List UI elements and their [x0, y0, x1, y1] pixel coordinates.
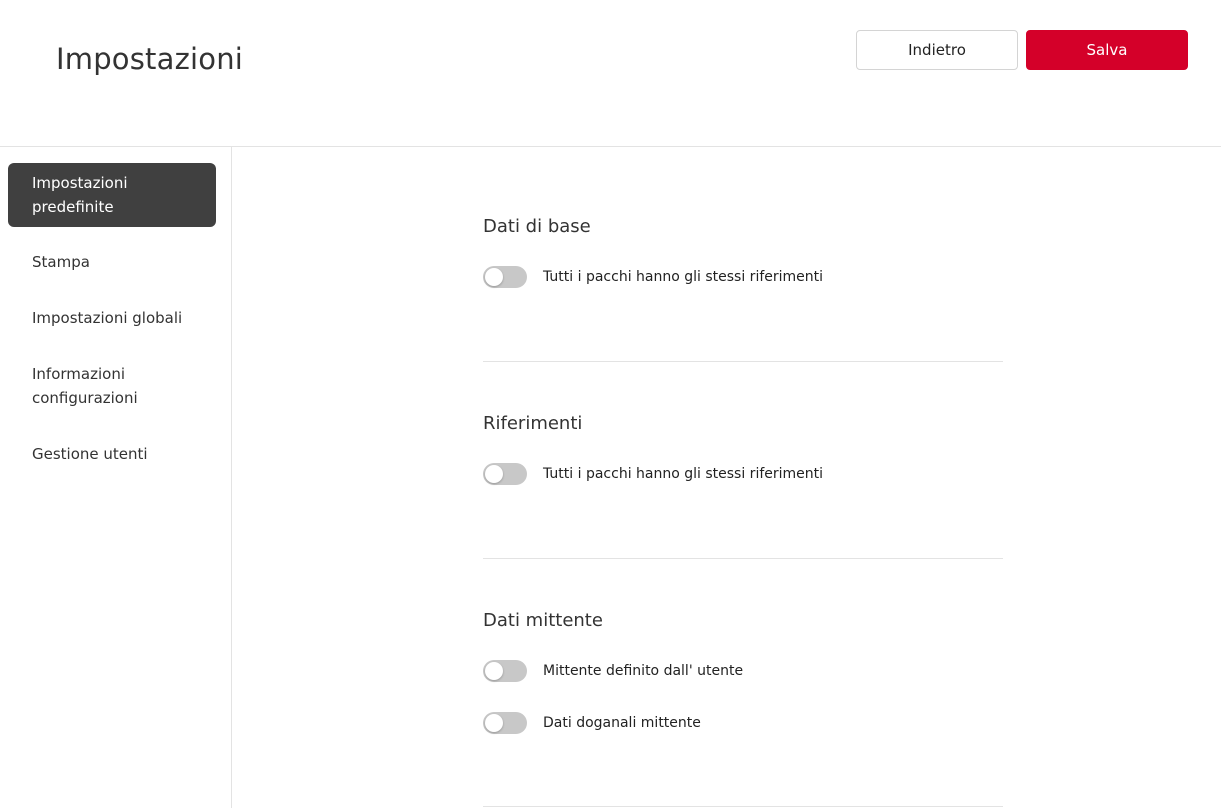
toggle-knob — [485, 465, 503, 483]
back-button[interactable]: Indietro — [856, 30, 1018, 70]
toggle-label: Mittente definito dall' utente — [543, 663, 744, 679]
save-button[interactable]: Salva — [1026, 30, 1188, 70]
section-title-references: Riferimenti — [483, 413, 583, 434]
same-references-toggle[interactable] — [483, 266, 527, 288]
references-toggle[interactable] — [483, 463, 527, 485]
section-divider — [483, 558, 1003, 559]
toggle-row: Mittente definito dall' utente — [483, 660, 743, 682]
sidebar-item-user-management[interactable]: Gestione utenti — [8, 442, 216, 466]
section-title-sender-data: Dati mittente — [483, 610, 603, 631]
toggle-knob — [485, 268, 503, 286]
toggle-row: Dati doganali mittente — [483, 712, 701, 734]
toggle-knob — [485, 662, 503, 680]
page-title: Impostazioni — [56, 42, 244, 76]
section-divider — [483, 361, 1003, 362]
sidebar-item-default-settings[interactable]: Impostazioni predefinite — [8, 163, 216, 227]
sender-customs-data-toggle[interactable] — [483, 712, 527, 734]
sidebar-item-global-settings[interactable]: Impostazioni globali — [8, 306, 216, 330]
toggle-row: Tutti i pacchi hanno gli stessi riferime… — [483, 463, 823, 485]
toggle-row: Tutti i pacchi hanno gli stessi riferime… — [483, 266, 823, 288]
sidebar-nav: Impostazioni predefinite Stampa Impostaz… — [0, 147, 232, 808]
sidebar-item-configuration-info[interactable]: Informazioni configurazioni — [8, 362, 216, 410]
toggle-label: Tutti i pacchi hanno gli stessi riferime… — [543, 269, 824, 285]
toggle-knob — [485, 714, 503, 732]
user-defined-sender-toggle[interactable] — [483, 660, 527, 682]
sidebar-item-print[interactable]: Stampa — [8, 250, 216, 274]
section-divider — [483, 806, 1003, 807]
toggle-label: Dati doganali mittente — [543, 715, 701, 731]
page-header: Impostazioni Indietro Salva — [0, 0, 1221, 147]
section-title-basic-data: Dati di base — [483, 216, 591, 237]
toggle-label: Tutti i pacchi hanno gli stessi riferime… — [543, 466, 824, 482]
